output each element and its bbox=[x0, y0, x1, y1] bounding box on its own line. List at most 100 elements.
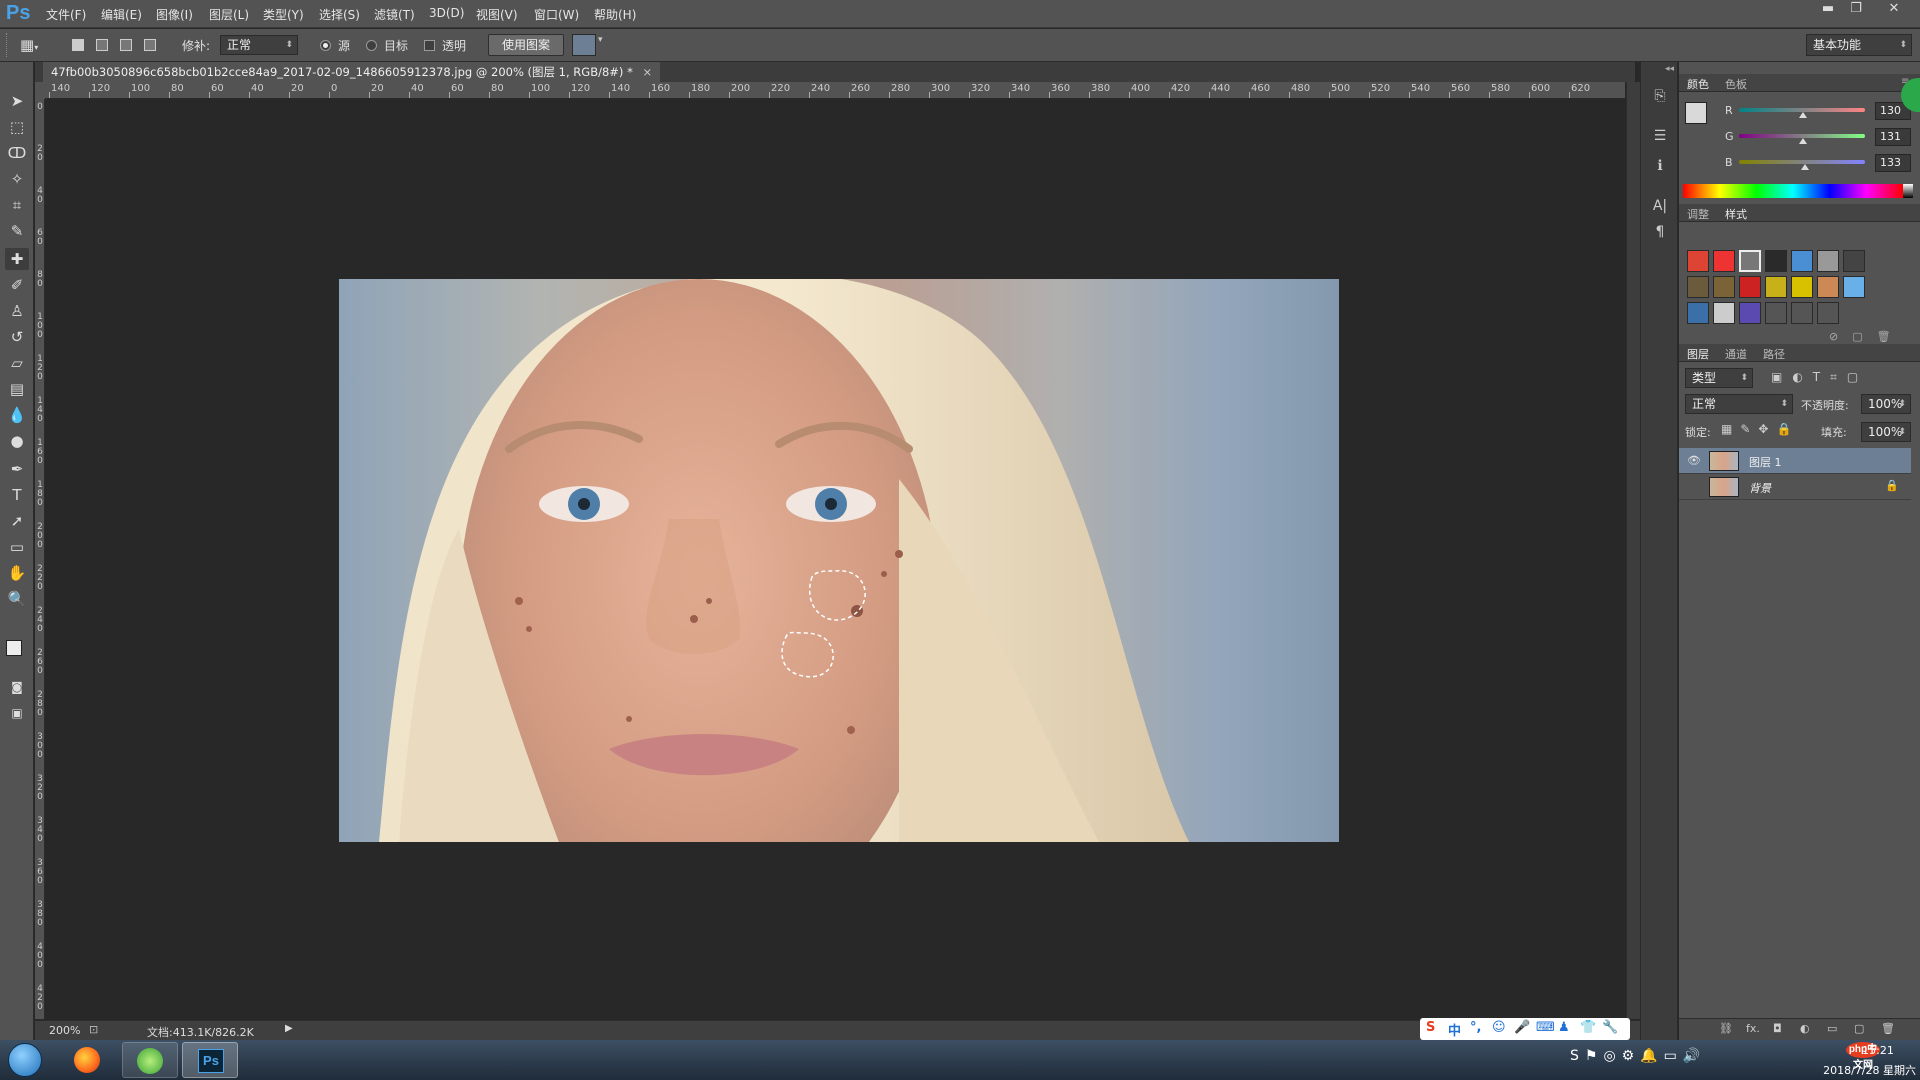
style-swatch[interactable] bbox=[1765, 276, 1787, 298]
marquee-tool-icon[interactable]: ⬚ bbox=[5, 116, 29, 138]
clock-date[interactable]: 2018/7/28 星期六 bbox=[1800, 1062, 1916, 1078]
tab-adjustments[interactable]: 调整 bbox=[1687, 206, 1709, 222]
style-swatch[interactable] bbox=[1791, 302, 1813, 324]
delete-layer-icon[interactable]: 🗑 bbox=[1881, 1022, 1895, 1035]
source-radio[interactable] bbox=[320, 40, 331, 51]
layer-visibility-eye-icon[interactable] bbox=[1687, 480, 1701, 494]
type-tool-icon[interactable]: T bbox=[5, 484, 29, 506]
restore-button[interactable]: ❐ bbox=[1842, 0, 1870, 20]
clone-stamp-tool-icon[interactable]: ♙ bbox=[5, 300, 29, 322]
ime-item-8[interactable]: 🔧 bbox=[1602, 1020, 1618, 1035]
foreground-color-swatch[interactable] bbox=[6, 640, 22, 656]
channel-thumb[interactable] bbox=[1800, 164, 1809, 170]
firefox-taskbar-icon[interactable] bbox=[60, 1042, 116, 1078]
start-button[interactable] bbox=[8, 1043, 42, 1077]
ime-item-1[interactable]: 中 bbox=[1448, 1020, 1461, 1039]
canvas-area[interactable] bbox=[46, 99, 1626, 1019]
zoom-tool-icon[interactable]: 🔍 bbox=[5, 588, 29, 610]
add-selection-icon[interactable] bbox=[96, 39, 108, 51]
screen-mode-icon[interactable]: ▣ bbox=[5, 702, 29, 724]
pen-tool-icon[interactable]: ✒ bbox=[5, 458, 29, 480]
crop-tool-icon[interactable]: ⌗ bbox=[5, 194, 29, 216]
properties-panel-icon[interactable]: ☰ bbox=[1651, 128, 1669, 146]
ime-item-6[interactable]: ♟ bbox=[1558, 1020, 1570, 1035]
browser-taskbar-icon[interactable] bbox=[122, 1042, 178, 1078]
paragraph-panel-icon[interactable]: ¶ bbox=[1651, 224, 1669, 242]
use-pattern-button[interactable]: 使用图案 bbox=[488, 34, 564, 56]
portrait-photo[interactable] bbox=[339, 279, 1339, 842]
blur-tool-icon[interactable]: 💧 bbox=[5, 404, 29, 426]
style-swatch[interactable] bbox=[1739, 276, 1761, 298]
gradient-tool-icon[interactable]: ▤ bbox=[5, 378, 29, 400]
style-swatch[interactable] bbox=[1713, 302, 1735, 324]
eraser-tool-icon[interactable]: ▱ bbox=[5, 352, 29, 374]
menu-item-3[interactable]: 图层(L) bbox=[209, 6, 249, 23]
ime-item-3[interactable]: ☺ bbox=[1492, 1020, 1506, 1035]
brush-tool-icon[interactable]: ✐ bbox=[5, 274, 29, 296]
tab-styles[interactable]: 样式 bbox=[1725, 206, 1747, 222]
adjustment-layer-icon[interactable]: ◐ bbox=[1800, 1022, 1810, 1035]
transparent-checkbox[interactable] bbox=[424, 40, 435, 51]
color-spectrum-bar[interactable] bbox=[1683, 184, 1903, 198]
layer-style-icon[interactable]: fx. bbox=[1746, 1022, 1760, 1035]
menu-item-0[interactable]: 文件(F) bbox=[46, 6, 86, 23]
channel-value-g[interactable]: 131 bbox=[1875, 128, 1911, 146]
patch-mode-select[interactable]: 正常 bbox=[220, 35, 298, 55]
tab-color[interactable]: 颜色 bbox=[1687, 76, 1709, 92]
hand-tool-icon[interactable]: ✋ bbox=[5, 562, 29, 584]
blend-mode-select[interactable]: 正常 bbox=[1685, 394, 1793, 414]
shape-tool-icon[interactable]: ▭ bbox=[5, 536, 29, 558]
tool-preset-picker[interactable]: ▦▾ bbox=[20, 36, 54, 56]
path-selection-tool-icon[interactable]: ➚ bbox=[5, 510, 29, 532]
style-swatch[interactable] bbox=[1817, 302, 1839, 324]
new-group-icon[interactable]: ▭ bbox=[1827, 1022, 1837, 1035]
new-selection-icon[interactable] bbox=[72, 39, 84, 51]
clock-time[interactable]: 15:21 bbox=[1840, 1044, 1916, 1057]
menu-item-8[interactable]: 视图(V) bbox=[476, 6, 518, 23]
style-swatch[interactable] bbox=[1739, 302, 1761, 324]
patch-tool-icon[interactable]: ✚ bbox=[5, 248, 29, 270]
add-mask-icon[interactable]: ◘ bbox=[1773, 1022, 1782, 1035]
style-swatch[interactable] bbox=[1843, 250, 1865, 272]
style-swatch[interactable] bbox=[1791, 276, 1813, 298]
intersect-selection-icon[interactable] bbox=[144, 39, 156, 51]
menu-item-7[interactable]: 3D(D) bbox=[429, 6, 464, 20]
layer-filter-select[interactable]: 类型 bbox=[1685, 368, 1753, 388]
lock-icons[interactable]: ▦✎✥🔒 bbox=[1721, 422, 1799, 436]
move-tool-icon[interactable]: ➤ bbox=[5, 90, 29, 112]
opacity-field[interactable]: 100% bbox=[1861, 394, 1911, 414]
close-tab-icon[interactable]: × bbox=[642, 65, 652, 79]
workspace-select[interactable]: 基本功能 bbox=[1806, 34, 1912, 56]
style-swatch[interactable] bbox=[1791, 250, 1813, 272]
channel-thumb[interactable] bbox=[1799, 112, 1808, 118]
channel-thumb[interactable] bbox=[1799, 138, 1808, 144]
pattern-picker[interactable] bbox=[572, 34, 596, 56]
minimize-button[interactable]: ▬ bbox=[1814, 0, 1842, 20]
menu-item-4[interactable]: 类型(Y) bbox=[263, 6, 304, 23]
layer-visibility-eye-icon[interactable]: 👁 bbox=[1687, 454, 1701, 468]
style-swatch[interactable] bbox=[1765, 250, 1787, 272]
status-menu-arrow-icon[interactable]: ▶ bbox=[285, 1023, 293, 1034]
layer-row[interactable]: 👁 图层 1 bbox=[1679, 448, 1911, 474]
pattern-picker-arrow-icon[interactable]: ▾ bbox=[598, 35, 603, 45]
ime-item-0[interactable]: S bbox=[1426, 1020, 1435, 1035]
style-swatch[interactable] bbox=[1687, 276, 1709, 298]
tab-swatches[interactable]: 色板 bbox=[1725, 76, 1747, 92]
eyedropper-tool-icon[interactable]: ✎ bbox=[5, 220, 29, 242]
layer-name[interactable]: 背景 bbox=[1749, 480, 1771, 496]
tab-channels[interactable]: 通道 bbox=[1725, 346, 1747, 362]
document-tab[interactable]: 47fb00b3050896c658bcb01b2cce84a9_2017-02… bbox=[43, 62, 661, 82]
style-swatch[interactable] bbox=[1713, 250, 1735, 272]
style-swatch[interactable] bbox=[1687, 302, 1709, 324]
collapse-dock-icon[interactable]: ◂◂ bbox=[1665, 64, 1674, 74]
bw-ramp[interactable] bbox=[1903, 184, 1913, 198]
menu-item-9[interactable]: 窗口(W) bbox=[534, 6, 579, 23]
style-swatch[interactable] bbox=[1739, 250, 1761, 272]
dodge-tool-icon[interactable]: ● bbox=[5, 430, 29, 452]
vertical-scrollbar[interactable] bbox=[1626, 82, 1640, 1019]
new-layer-icon[interactable]: ▢ bbox=[1854, 1022, 1864, 1035]
channel-value-b[interactable]: 133 bbox=[1875, 154, 1911, 172]
style-swatch[interactable] bbox=[1713, 276, 1735, 298]
history-panel-icon[interactable]: ⎘ bbox=[1651, 88, 1669, 106]
subtract-selection-icon[interactable] bbox=[120, 39, 132, 51]
